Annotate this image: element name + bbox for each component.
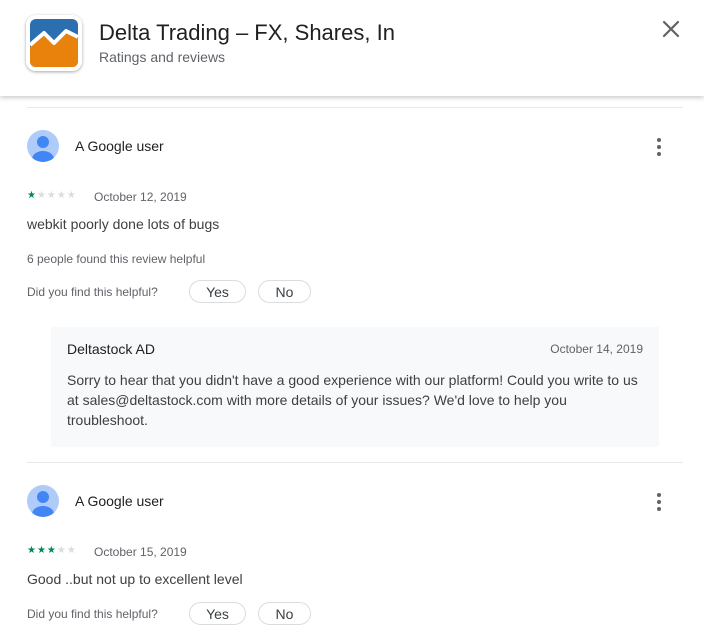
dialog-header: Delta Trading – FX, Shares, In Ratings a… bbox=[0, 0, 704, 96]
helpful-count: 6 people found this review helpful bbox=[27, 252, 206, 266]
review-date: October 15, 2019 bbox=[94, 545, 187, 559]
star-icon: ★ bbox=[27, 190, 37, 201]
no-button[interactable]: No bbox=[258, 602, 311, 625]
review-author: A Google user bbox=[75, 138, 164, 154]
ratings-reviews-subtitle: Ratings and reviews bbox=[99, 49, 226, 65]
app-title: Delta Trading – FX, Shares, In bbox=[99, 20, 395, 45]
yes-button[interactable]: Yes bbox=[189, 602, 246, 625]
reply-text: Sorry to hear that you didn't have a goo… bbox=[67, 372, 638, 428]
avatar bbox=[27, 485, 59, 517]
reply-date: October 14, 2019 bbox=[550, 342, 643, 356]
avatar bbox=[27, 130, 59, 162]
review-text: webkit poorly done lots of bugs bbox=[27, 216, 220, 232]
star-rating: ★★★★★ bbox=[27, 545, 77, 557]
no-button[interactable]: No bbox=[258, 280, 311, 303]
app-icon bbox=[26, 15, 82, 71]
close-icon[interactable] bbox=[656, 14, 686, 44]
star-icon: ★★★ bbox=[27, 545, 57, 556]
divider bbox=[27, 107, 683, 108]
developer-name: Deltastock AD bbox=[67, 341, 155, 357]
star-icon: ★★ bbox=[56, 545, 77, 556]
star-icon: ★★★★ bbox=[36, 190, 77, 201]
helpful-question: Did you find this helpful? bbox=[27, 607, 158, 621]
developer-reply: Deltastock AD October 14, 2019 Sorry to … bbox=[51, 327, 659, 447]
helpful-question: Did you find this helpful? bbox=[27, 285, 158, 299]
more-vert-icon[interactable] bbox=[649, 490, 669, 514]
review-text: Good ..but not up to excellent level bbox=[27, 571, 243, 587]
divider bbox=[27, 462, 683, 463]
star-rating: ★★★★★ bbox=[27, 190, 77, 202]
more-vert-icon[interactable] bbox=[649, 135, 669, 159]
review-author: A Google user bbox=[75, 493, 164, 509]
yes-button[interactable]: Yes bbox=[189, 280, 246, 303]
review-date: October 12, 2019 bbox=[94, 190, 187, 204]
